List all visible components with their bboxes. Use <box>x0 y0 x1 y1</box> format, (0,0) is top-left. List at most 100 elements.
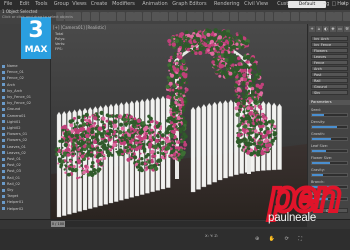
toolbar-button[interactable] <box>299 12 308 21</box>
toolbar-button[interactable] <box>325 12 334 21</box>
command-panel-tab[interactable]: + <box>309 26 315 32</box>
toolbar-button[interactable] <box>177 12 186 21</box>
toolbar-button[interactable] <box>221 12 230 21</box>
scene-explorer-row[interactable]: Post_02 <box>2 163 48 168</box>
scene-explorer-row[interactable]: Ivy_Fence_02 <box>2 101 48 106</box>
command-panel-tab[interactable]: ⚒ <box>344 26 350 32</box>
menu-item[interactable]: File <box>4 1 12 8</box>
ivy-leaf <box>58 159 62 163</box>
toolbar-button[interactable] <box>308 12 317 21</box>
toolbar-button[interactable] <box>151 12 160 21</box>
viewport-nav-icons[interactable]: ⊕ ✋ ⟳ ⛶ <box>255 236 306 242</box>
scene-explorer-row[interactable]: Name <box>2 64 48 69</box>
toolbar-button[interactable] <box>273 12 282 21</box>
toolbar-button[interactable] <box>169 12 178 21</box>
scene-explorer-row[interactable]: Rail_01 <box>2 176 48 181</box>
menu-item[interactable]: Group <box>54 1 69 8</box>
toolbar-button[interactable] <box>160 12 169 21</box>
toolbar-button[interactable] <box>108 12 117 21</box>
scene-explorer-row[interactable]: Rail_02 <box>2 182 48 187</box>
toolbar-button[interactable] <box>116 12 125 21</box>
viewport-label[interactable]: [+] [Camera01] [Realistic] <box>53 25 106 30</box>
time-slider[interactable]: 0 / 100 <box>51 221 65 227</box>
toolbar-button[interactable] <box>343 12 350 21</box>
toolbar-button[interactable] <box>186 12 195 21</box>
command-panel-tab[interactable]: ▭ <box>337 26 343 32</box>
scene-explorer-row[interactable]: Post_03 <box>2 169 48 174</box>
param-slider[interactable] <box>311 161 348 165</box>
window-controls[interactable]: – □ × <box>323 1 348 7</box>
toolbar-button[interactable] <box>238 12 247 21</box>
toolbar-button[interactable] <box>134 12 143 21</box>
menu-item[interactable]: Tools <box>35 1 47 8</box>
param-slider[interactable] <box>311 149 348 153</box>
param-slider[interactable] <box>311 125 348 129</box>
scene-explorer-row[interactable]: Helper02 <box>2 207 48 212</box>
scene-explorer-row[interactable]: Light02 <box>2 126 48 131</box>
toolbar-button[interactable] <box>73 12 82 21</box>
toolbar-button[interactable] <box>282 12 291 21</box>
menu-item[interactable]: Create <box>91 1 108 8</box>
param-slider[interactable] <box>311 113 348 117</box>
toolbar-button[interactable] <box>256 12 265 21</box>
toolbar-button[interactable] <box>195 12 204 21</box>
object-list-button[interactable]: Leaves <box>311 54 348 59</box>
toolbar-button[interactable] <box>317 12 325 21</box>
object-list-button[interactable]: Sky <box>311 90 348 95</box>
toolbar-button[interactable] <box>82 12 91 21</box>
scene-explorer-row[interactable]: Fence_01 <box>2 70 48 75</box>
param-slider[interactable] <box>311 137 348 141</box>
object-list-button[interactable]: Rail <box>311 78 348 83</box>
object-list-button[interactable]: Ground <box>311 84 348 89</box>
scene-explorer-row[interactable]: Sky <box>2 188 48 193</box>
menu-item[interactable]: Civil View <box>244 1 268 8</box>
toolbar-button[interactable] <box>334 12 343 21</box>
command-panel-tab[interactable]: ⎈ <box>330 26 336 32</box>
menu-item[interactable]: Views <box>72 1 86 8</box>
object-list-button[interactable]: Flowers <box>311 48 348 53</box>
scene-explorer-row[interactable]: Post_01 <box>2 157 48 162</box>
scene-explorer-row[interactable]: Ground <box>2 107 48 112</box>
toolbar-button[interactable] <box>247 12 256 21</box>
ivy-leaf <box>256 115 261 119</box>
object-list-button[interactable]: Arch <box>311 66 348 71</box>
scene-explorer-row[interactable]: Ivy_Arch <box>2 89 48 94</box>
object-list-button[interactable]: Post <box>311 72 348 77</box>
scene-explorer-row[interactable]: Leaves_02 <box>2 151 48 156</box>
object-list-button[interactable]: Ivy_Arch <box>311 36 348 41</box>
ivy-leaf <box>239 128 242 132</box>
object-list-button[interactable]: Fence <box>311 60 348 65</box>
menu-item[interactable]: Edit <box>20 1 30 8</box>
coordinate-display[interactable]: X: Y: Z: <box>205 233 218 238</box>
scene-explorer-row[interactable]: Arch <box>2 83 48 88</box>
menu-item[interactable]: Rendering <box>214 1 240 8</box>
rollout-header[interactable]: Parameters <box>309 100 350 105</box>
scene-explorer-row[interactable]: Flowers_01 <box>2 132 48 137</box>
toolbar-button[interactable] <box>290 12 299 21</box>
toolbar-button[interactable] <box>125 12 134 21</box>
toolbar-button[interactable] <box>143 12 151 21</box>
scene-explorer-row[interactable]: Leaves_01 <box>2 145 48 150</box>
toolbar-button[interactable] <box>212 12 221 21</box>
object-list-button[interactable]: Ivy_Fence <box>311 42 348 47</box>
menu-item[interactable]: Graph Editors <box>172 1 206 8</box>
menu-item[interactable]: Modifiers <box>112 1 135 8</box>
menu-item[interactable]: Animation <box>142 1 168 8</box>
workspace-dropdown[interactable]: Default <box>288 1 326 8</box>
scene-explorer-row[interactable]: Flowers_02 <box>2 138 48 143</box>
flower-blossom <box>66 153 71 157</box>
scene-explorer-row[interactable]: Target <box>2 194 48 199</box>
scene-explorer-row[interactable]: Fence_02 <box>2 76 48 81</box>
toolbar-button[interactable] <box>230 12 238 21</box>
scene-explorer-row[interactable]: Camera01 <box>2 114 48 119</box>
toolbar-button[interactable] <box>203 12 212 21</box>
scene-explorer-row[interactable]: Light01 <box>2 120 48 125</box>
toolbar-button[interactable] <box>90 12 99 21</box>
scene-explorer-row[interactable]: Ivy_Fence_01 <box>2 95 48 100</box>
command-panel-tab[interactable]: ◐ <box>323 26 329 32</box>
toolbar-button[interactable] <box>264 12 273 21</box>
command-panel-tab[interactable]: ⌂ <box>316 26 322 32</box>
toolbar-button[interactable] <box>99 12 108 21</box>
flower-blossom <box>199 30 202 33</box>
scene-explorer-row[interactable]: Helper01 <box>2 200 48 205</box>
